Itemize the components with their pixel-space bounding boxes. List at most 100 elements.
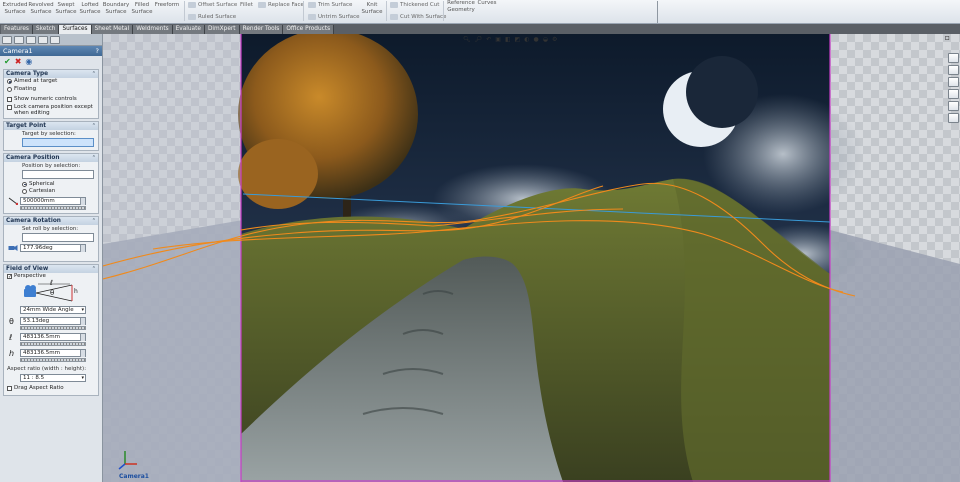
boundary-surface-button[interactable]: Boundary Surface [102, 0, 130, 16]
lens-dropdown[interactable]: 24mm Wide Angle [20, 306, 86, 314]
ruled-surface-button[interactable]: Ruled Surface [188, 14, 236, 20]
camera-rotation-header[interactable]: Camera Rotation ⌃ [4, 216, 98, 225]
configuration-manager-tab-icon[interactable] [26, 36, 36, 44]
roll-selection-box[interactable] [22, 232, 94, 242]
feature-manager-tab-icon[interactable] [2, 36, 12, 44]
ok-check-icon[interactable]: ✔ [4, 58, 11, 66]
appearances-icon[interactable] [948, 101, 959, 111]
show-numeric-checkbox[interactable]: Show numeric controls [4, 96, 98, 104]
spin-icon[interactable] [80, 350, 85, 357]
aspect-ratio-dropdown[interactable]: 11 : 8.5 [20, 374, 86, 382]
property-manager-tab-icon[interactable] [14, 36, 24, 44]
cartesian-option[interactable]: Cartesian [4, 188, 98, 196]
distance-slider[interactable] [20, 205, 86, 210]
camera-rotation-section: Camera Rotation ⌃ Set roll by selection: … [3, 215, 99, 262]
zoom-to-fit-icon[interactable]: 🔍︎ [463, 36, 471, 43]
roll-input[interactable]: 177.96deg [20, 243, 86, 252]
solidworks-resources-icon[interactable] [948, 53, 959, 63]
view-height-input[interactable]: 483136.5mm [20, 349, 86, 357]
cancel-x-icon[interactable]: ✖ [15, 58, 22, 66]
custom-properties-icon[interactable] [948, 113, 959, 123]
appearance-icon[interactable]: ● [534, 36, 539, 43]
help-icon[interactable]: ? [96, 46, 102, 56]
tab-sketch[interactable]: Sketch [32, 25, 60, 34]
spin-icon[interactable] [80, 318, 85, 325]
tab-weldments[interactable]: Weldments [133, 25, 173, 34]
collapse-icon[interactable]: ⌃ [92, 122, 98, 130]
ruled-surface-icon [188, 14, 196, 20]
target-by-selection-label: Target by selection: [22, 130, 76, 137]
position-selection-box[interactable] [22, 169, 94, 179]
offset-surface-button[interactable]: Offset Surface [188, 2, 237, 8]
fillet-button[interactable]: Fillet [240, 2, 253, 8]
curves-button[interactable]: Curves [476, 0, 498, 7]
tab-evaluate[interactable]: Evaluate [172, 25, 205, 34]
trim-surface-button[interactable]: Trim Surface [308, 2, 352, 8]
h-symbol: h [74, 288, 78, 295]
view-orientation-icon[interactable]: ◧ [505, 36, 511, 43]
ribbon-divider [303, 1, 304, 21]
theta-symbol: θ [50, 289, 55, 297]
section-view-icon[interactable]: ▣ [495, 36, 501, 43]
fov-diagram: ℓ θ h [22, 279, 98, 304]
tab-sheet-metal[interactable]: Sheet Metal [91, 25, 134, 34]
camera-position-header[interactable]: Camera Position ⌃ [4, 153, 98, 162]
collapse-icon[interactable]: ⌃ [92, 154, 98, 162]
tab-surfaces[interactable]: Surfaces [59, 25, 92, 34]
thickened-cut-button[interactable]: Thickened Cut [390, 2, 439, 8]
display-manager-tab-icon[interactable] [50, 36, 60, 44]
target-point-header[interactable]: Target Point ⌃ [4, 121, 98, 130]
collapse-icon[interactable]: ⌃ [92, 70, 98, 78]
fov-angle-slider[interactable] [20, 326, 86, 330]
replace-face-icon [258, 2, 266, 8]
revolved-surface-button[interactable]: Revolved Surface [28, 0, 54, 16]
hide-show-icon[interactable]: ◐ [524, 36, 529, 43]
view-distance-input[interactable]: 483136.5mm [20, 333, 86, 341]
tab-render-tools[interactable]: Render Tools [239, 25, 284, 34]
display-style-icon[interactable]: ◩ [515, 36, 521, 43]
spin-icon[interactable] [80, 334, 85, 341]
untrim-surface-button[interactable]: Untrim Surface [308, 14, 360, 20]
lock-position-checkbox[interactable]: Lock camera position except when editing [4, 104, 98, 118]
spin-icon[interactable] [80, 197, 85, 205]
knit-surface-button[interactable]: Knit Surface [360, 0, 384, 16]
zoom-area-icon[interactable]: 🔎︎ [475, 36, 483, 43]
spin-icon[interactable] [80, 244, 85, 252]
aimed-at-target-option[interactable]: Aimed at target [4, 78, 98, 86]
drag-aspect-checkbox[interactable]: Drag Aspect Ratio [4, 385, 98, 395]
view-palette-icon[interactable] [948, 89, 959, 99]
camera-type-header[interactable]: Camera Type ⌃ [4, 70, 98, 78]
tab-features[interactable]: Features [1, 25, 33, 34]
extruded-surface-button[interactable]: Extruded Surface [2, 0, 28, 16]
reference-geometry-button[interactable]: Reference Geometry [446, 0, 476, 14]
dimxpert-manager-tab-icon[interactable] [38, 36, 48, 44]
field-of-view-section: Field of View ⌃ ✓ Perspective ℓ θ h 24mm W… [3, 263, 99, 396]
view-distance-slider[interactable] [20, 342, 86, 346]
replace-face-button[interactable]: Replace Face [258, 2, 304, 8]
distance-input[interactable]: 500000mm [20, 196, 86, 205]
scene-icon[interactable]: ◒ [543, 36, 548, 43]
cut-with-surface-button[interactable]: Cut With Surface [390, 14, 446, 20]
spherical-option[interactable]: Spherical [4, 181, 98, 189]
tab-dimxpert[interactable]: DimXpert [204, 25, 240, 34]
swept-surface-button[interactable]: Swept Surface [54, 0, 78, 16]
file-explorer-icon[interactable] [948, 77, 959, 87]
collapse-icon[interactable]: ⌃ [92, 217, 98, 225]
maximize-icon[interactable]: ▫ [945, 34, 950, 42]
target-selection-box[interactable] [22, 137, 94, 147]
lofted-surface-button[interactable]: Lofted Surface [78, 0, 102, 16]
filled-surface-button[interactable]: Filled Surface [130, 0, 154, 16]
previous-view-icon[interactable]: ↶ [486, 36, 491, 43]
fov-angle-input[interactable]: 53.13deg [20, 317, 86, 325]
graphics-viewport[interactable]: 🔍︎ 🔎︎ ↶ ▣ ◧ ◩ ◐ ● ◒ ⚙︎ ▫ Camera1 [103, 34, 960, 482]
collapse-icon[interactable]: ⌃ [92, 265, 98, 273]
fov-angle-value: 53.13deg [23, 318, 50, 324]
floating-option[interactable]: Floating [4, 86, 98, 94]
design-library-icon[interactable] [948, 65, 959, 75]
view-settings-icon[interactable]: ⚙︎ [552, 36, 557, 43]
field-of-view-header[interactable]: Field of View ⌃ [4, 264, 98, 273]
preview-icon[interactable]: ◉ [25, 58, 32, 66]
tab-office-products[interactable]: Office Products [283, 25, 335, 34]
freeform-button[interactable]: Freeform [154, 0, 180, 9]
view-height-slider[interactable] [20, 358, 86, 362]
